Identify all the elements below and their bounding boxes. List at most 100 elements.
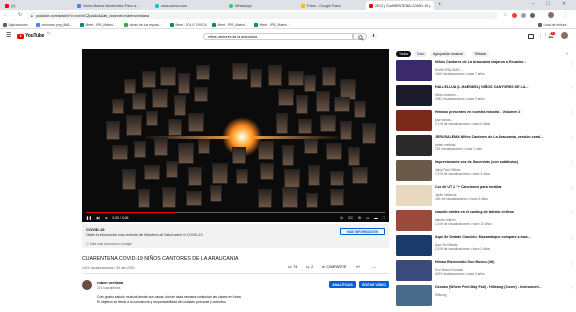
settings-gear-icon[interactable]: ⚙︎ [358, 216, 361, 220]
video-thumbnail[interactable] [396, 60, 432, 81]
related-video-title: Himnos presentes en nuestra historia - V… [435, 110, 521, 114]
chip-musical-group[interactable]: Agrupación musical [430, 51, 466, 57]
related-video-item[interactable]: Himnos presentes en nuestra historia - V… [396, 110, 576, 134]
profile-avatar[interactable] [548, 12, 554, 18]
related-video-item[interactable]: Aquí Se Debate Canción: Mozambique compa… [396, 235, 576, 259]
video-thumbnail[interactable] [396, 235, 432, 256]
chip-all[interactable]: Todos [396, 51, 412, 57]
more-options-icon[interactable]: ⋮ [570, 185, 574, 190]
bookmark-item[interactable]: Meet - IPB_Materi... [80, 22, 116, 28]
bookmark-item[interactable]: unknown.png (648... [36, 22, 72, 28]
share-button[interactable]: ➦ COMPARTIR [322, 265, 346, 269]
more-options-icon[interactable]: ⋮ [570, 285, 574, 290]
chip-choir[interactable]: Coro [414, 51, 428, 57]
analytics-button[interactable]: ANALÍTICAS [329, 281, 356, 288]
video-player[interactable]: ❚❚ ▶︎| 🔊︎ 0:30 / 3:06 ⏻ CC ⚙︎ ▭ ▬ ⛶ [82, 49, 389, 222]
related-video-title: HALLELUJA (L.HAENDEL) NIÑOS CANTORES DE … [435, 85, 529, 89]
save-to-playlist-icon[interactable]: ≡+ [356, 265, 360, 269]
bookmark-item[interactable]: Meet - 5"A-E FISICA [170, 22, 207, 28]
bookmark-item[interactable]: obras de tus espaci... [124, 22, 162, 28]
apps-icon[interactable]: ⋮⋮ [538, 33, 548, 39]
chip-related[interactable]: Relacio [472, 51, 490, 57]
account-avatar[interactable] [561, 32, 568, 39]
related-video-item[interactable]: JERUSALEMA Niños Cantores de La Araucaní… [396, 135, 576, 159]
hamburger-menu-icon[interactable]: ☰ [6, 33, 11, 39]
dislike-button[interactable]: 👎︎ 2 [306, 265, 313, 269]
video-thumbnail[interactable] [396, 135, 432, 156]
browser-tab-active[interactable]: 2013 | CUARENTENA COVID-19 |... [366, 1, 434, 10]
more-options-icon[interactable]: ⋮ [570, 110, 574, 115]
miniplayer-icon[interactable]: ▭ [366, 216, 369, 220]
close-window-button[interactable]: ✕ [562, 1, 566, 7]
video-thumbnail[interactable] [396, 185, 432, 206]
related-video-item[interactable]: Niños Cantores de La Araucanía viajaron … [396, 60, 576, 84]
bookmark-item[interactable]: Meet - IPB_Materi... [254, 22, 290, 28]
browser-tab[interactable]: (4) [2, 1, 72, 10]
reload-icon[interactable]: ↻ [18, 12, 22, 18]
related-video-item[interactable]: Himno Bienvenido Don Bosco (4K) Don Bosco… [396, 260, 576, 284]
more-options-icon[interactable]: ⋮ [570, 260, 574, 265]
related-video-item[interactable]: Impresionante voz de Sacerdote (con subt… [396, 160, 576, 184]
chips-next-arrow-icon[interactable]: › [566, 51, 568, 57]
video-thumbnail[interactable] [396, 110, 432, 131]
bookmark-item[interactable]: Meet - IPB_Materi... [212, 22, 248, 28]
create-video-icon[interactable] [528, 34, 534, 39]
more-info-button[interactable]: MÁS INFORMACIÓN [340, 228, 385, 235]
bookmark-apps[interactable]: Aplicaciones [3, 22, 28, 28]
video-thumbnail[interactable] [396, 285, 432, 306]
more-actions-icon[interactable]: ⋯ [372, 265, 377, 271]
bookmark-star-icon[interactable]: ☆ [503, 12, 507, 18]
address-bar[interactable]: ■ youtube.com/watch?v=xxxVrCZpaAcA&ab_ch… [28, 12, 498, 19]
minimize-button[interactable]: – [532, 1, 535, 7]
browser-tab[interactable]: www.canva.com [152, 1, 224, 10]
voice-search-button[interactable] [370, 33, 377, 40]
extension-icon[interactable] [512, 12, 517, 18]
like-button[interactable]: 👍︎ 74 [288, 265, 297, 269]
back-arrow-icon[interactable]: ← [3, 12, 8, 18]
related-video-item[interactable]: Oceans (Where Feet May Fail) - Hillsong … [396, 285, 576, 309]
video-thumbnail[interactable] [396, 210, 432, 231]
edit-video-button[interactable]: EDITAR VÍDEO [359, 281, 389, 288]
pause-icon[interactable]: ❚❚ [86, 216, 92, 220]
more-options-icon[interactable]: ⋮ [570, 60, 574, 65]
browser-menu-icon[interactable]: ⋮ [563, 12, 568, 18]
video-thumbnail[interactable] [396, 160, 432, 181]
choir-member-video [178, 73, 190, 94]
extension-icon[interactable] [530, 12, 535, 18]
search-input[interactable]: niños cantores de la araucania [203, 33, 353, 40]
reading-list[interactable]: Lista de lectura [538, 22, 567, 28]
related-video-item[interactable]: claudio valdes en el casting de talento … [396, 210, 576, 234]
browser-tab[interactable]: WhatsApp [226, 1, 296, 10]
extension-icon[interactable] [521, 12, 526, 18]
maximize-button[interactable]: ☐ [546, 1, 550, 7]
choir-member-video [124, 79, 136, 94]
video-thumbnail[interactable] [396, 85, 432, 106]
next-icon[interactable]: ▶︎| [97, 216, 101, 220]
channel-name[interactable]: ruben orellana [97, 281, 123, 285]
search-button[interactable] [353, 33, 367, 41]
volume-icon[interactable]: 🔊︎ [105, 216, 107, 220]
whatsapp-icon [229, 3, 233, 8]
related-video-item[interactable]: HALLELUJA (L.HAENDEL) NIÑOS CANTORES DE … [396, 85, 576, 109]
autoplay-toggle[interactable]: ⏻ [340, 216, 343, 220]
captions-icon[interactable]: CC [348, 216, 353, 220]
choir-member-video [340, 121, 352, 140]
related-video-item[interactable]: Cor de UT 2 "+ Canciones para meditar Jav… [396, 185, 576, 209]
channel-avatar[interactable] [82, 280, 92, 290]
browser-tab[interactable]: Fotos - Google Fotos [298, 1, 364, 10]
forward-arrow-icon[interactable]: → [10, 12, 15, 18]
new-tab-button[interactable]: + [438, 2, 442, 8]
youtube-logo-icon[interactable] [17, 33, 24, 39]
fullscreen-icon[interactable]: ⛶ [383, 216, 385, 220]
covid-resources-link[interactable]: ⓘ Mira más recursos en Google [86, 241, 132, 246]
more-options-icon[interactable]: ⋮ [570, 235, 574, 240]
more-options-icon[interactable]: ⋮ [570, 210, 574, 215]
more-options-icon[interactable]: ⋮ [570, 135, 574, 140]
more-options-icon[interactable]: ⋮ [570, 160, 574, 165]
choir-member-video [138, 189, 150, 208]
video-thumbnail[interactable] [396, 260, 432, 281]
choir-member-video [174, 95, 186, 116]
theater-mode-icon[interactable]: ▬ [374, 216, 377, 220]
browser-tab[interactable]: Venta Marina Montevideo Paso a... [74, 1, 150, 10]
more-options-icon[interactable]: ⋮ [570, 85, 574, 90]
